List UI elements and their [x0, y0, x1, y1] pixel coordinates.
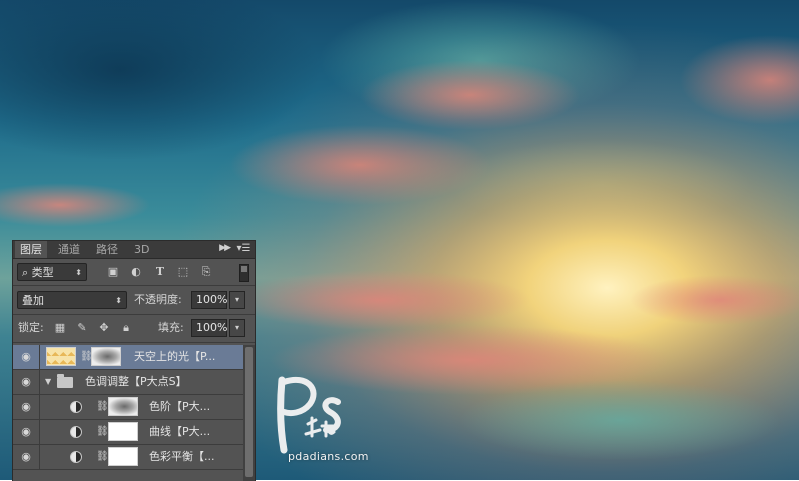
lock-all-icon[interactable]: 🔒︎: [119, 321, 133, 335]
search-icon: ⌕: [22, 266, 29, 279]
layer-row[interactable]: ◉ ⛓ 天空上的光【P...: [13, 345, 243, 370]
scrollbar-thumb[interactable]: [245, 347, 253, 477]
divider: [13, 342, 255, 343]
lock-transparent-pixels-icon[interactable]: ▦: [53, 321, 67, 335]
eye-icon[interactable]: ◉: [19, 375, 33, 389]
lock-position-icon[interactable]: ✥: [97, 321, 111, 335]
opacity-label: 不透明度:: [134, 293, 182, 306]
eye-icon[interactable]: ◉: [19, 450, 33, 464]
tab-layers[interactable]: 图层: [15, 241, 47, 258]
lock-fill-row: 锁定: ▦ ✎ ✥ 🔒︎ 填充: 100% ▾: [13, 319, 255, 337]
layer-mask-thumbnail[interactable]: [108, 422, 138, 441]
divider: [13, 314, 255, 315]
blend-mode-select[interactable]: 叠加 ⬍: [17, 291, 127, 309]
filter-toggle-switch[interactable]: [239, 264, 249, 282]
blend-opacity-row: 叠加 ⬍ 不透明度: 100% ▾: [13, 291, 255, 309]
layer-row[interactable]: ◉ ⛓ 色阶【P大...: [13, 395, 243, 420]
layer-name: 天空上的光【P...: [134, 350, 216, 363]
updown-arrows-icon: ⬍: [75, 268, 82, 277]
lock-label: 锁定:: [18, 321, 44, 334]
filter-type-icon[interactable]: T: [154, 266, 166, 278]
layers-scrollbar[interactable]: [243, 345, 255, 481]
tab-channels[interactable]: 通道: [53, 241, 85, 258]
fill-label: 填充:: [158, 321, 184, 334]
layer-name: 曲线【P大...: [149, 425, 211, 438]
layer-mask-thumbnail[interactable]: [108, 397, 138, 416]
opacity-input[interactable]: 100%: [191, 291, 227, 309]
layer-mask-thumbnail[interactable]: [91, 347, 121, 366]
layers-panel: 图层 通道 路径 3D ▶▶ ▾☰ ⌕ 类型 ⬍ ▣ ◐ T ⬚ ⎘ 叠加 ⬍ …: [12, 240, 256, 481]
filter-adjustment-icon[interactable]: ◐: [130, 266, 142, 278]
collapse-panel-icon[interactable]: ▶▶: [219, 243, 231, 253]
layer-thumbnail[interactable]: [46, 347, 76, 366]
filter-smart-object-icon[interactable]: ⎘: [200, 266, 212, 278]
expand-triangle-icon[interactable]: ▼: [45, 370, 51, 394]
watermark-url: pdadians.com: [288, 450, 369, 463]
adjustment-layer-icon: [70, 426, 82, 438]
filter-kind-select[interactable]: ⌕ 类型 ⬍: [17, 263, 87, 281]
layer-group-row[interactable]: ◉ ▼ 色调调整【P大点S】: [13, 370, 243, 395]
folder-icon: [57, 374, 73, 388]
adjustment-layer-icon: [70, 401, 82, 413]
layer-mask-thumbnail[interactable]: [108, 447, 138, 466]
link-chain-icon[interactable]: ⛓: [96, 425, 109, 439]
eye-icon[interactable]: ◉: [19, 400, 33, 414]
lock-image-pixels-icon[interactable]: ✎: [75, 321, 89, 335]
link-chain-icon[interactable]: ⛓: [96, 450, 109, 464]
blend-mode-value: 叠加: [22, 294, 44, 307]
layer-row[interactable]: ◉ ⛓ 色彩平衡【...: [13, 445, 243, 470]
filter-pixel-icon[interactable]: ▣: [107, 266, 119, 278]
updown-arrows-icon: ⬍: [115, 296, 122, 305]
link-chain-icon[interactable]: ⛓: [96, 400, 109, 414]
tab-3d[interactable]: 3D: [129, 241, 154, 258]
layer-name: 色调调整【P大点S】: [85, 375, 187, 388]
filter-shape-icon[interactable]: ⬚: [177, 266, 189, 278]
layer-filter-row: ⌕ 类型 ⬍ ▣ ◐ T ⬚ ⎘: [13, 263, 255, 282]
opacity-dropdown-button[interactable]: ▾: [229, 291, 245, 309]
layer-name: 色彩平衡【...: [149, 450, 215, 463]
eye-icon[interactable]: ◉: [19, 425, 33, 439]
fill-input[interactable]: 100%: [191, 319, 227, 337]
adjustment-layer-icon: [70, 451, 82, 463]
panel-tab-bar: 图层 通道 路径 3D ▶▶ ▾☰: [13, 241, 255, 259]
layer-name: 色阶【P大...: [149, 400, 211, 413]
divider: [13, 285, 255, 286]
panel-menu-icon[interactable]: ▾☰: [235, 243, 252, 255]
tab-paths[interactable]: 路径: [91, 241, 123, 258]
link-chain-icon[interactable]: ⛓: [80, 350, 93, 364]
eye-icon[interactable]: ◉: [19, 350, 33, 364]
layer-row[interactable]: ◉ ⛓ 曲线【P大...: [13, 420, 243, 445]
fill-dropdown-button[interactable]: ▾: [229, 319, 245, 337]
filter-kind-label: 类型: [31, 266, 54, 279]
